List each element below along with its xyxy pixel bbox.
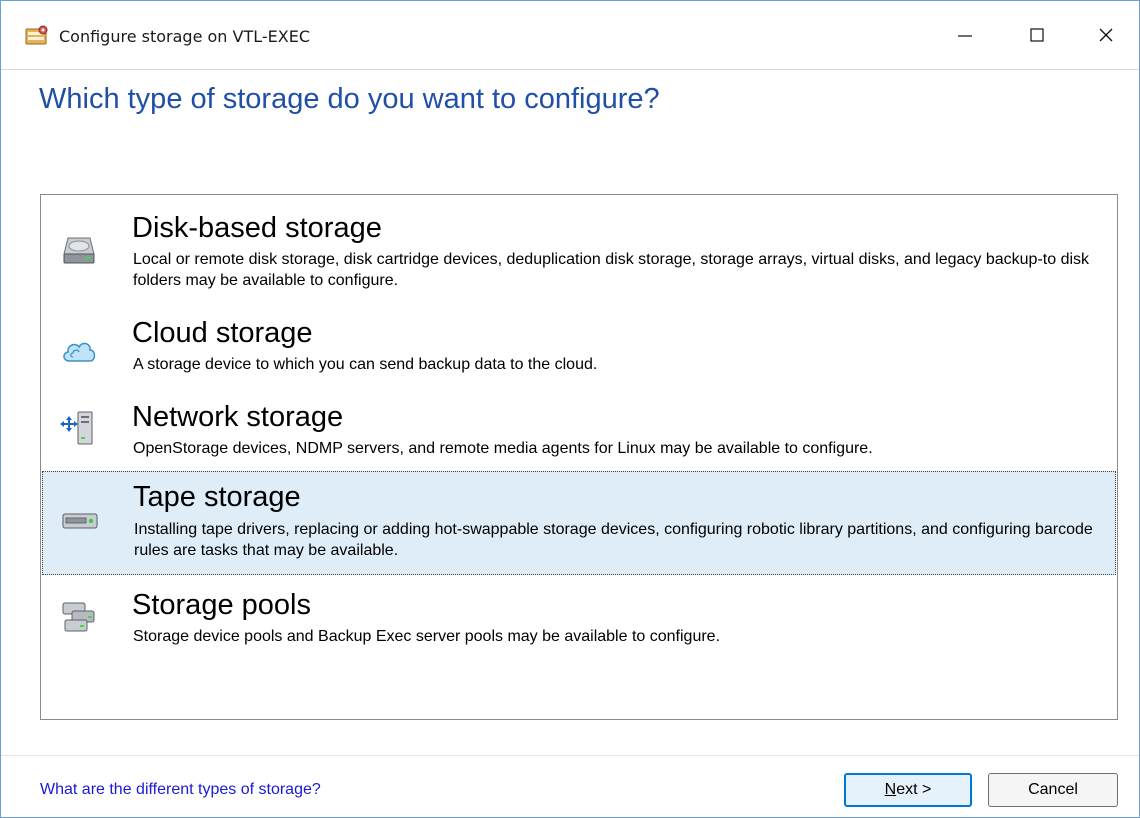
maximize-button[interactable] (1002, 1, 1072, 69)
option-description: Local or remote disk storage, disk cartr… (133, 251, 1090, 289)
option-cloud-storage[interactable]: Cloud storage A storage device to which … (41, 313, 1115, 385)
option-description: A storage device to which you can send b… (133, 356, 598, 373)
minimize-icon (958, 35, 972, 37)
next-label: ext > (896, 781, 932, 798)
disk-drive-icon (63, 237, 95, 264)
footer-divider (1, 755, 1139, 756)
option-network-storage[interactable]: Network storage OpenStorage devices, NDM… (41, 397, 1115, 469)
title-bar[interactable]: Configure storage on VTL-EXEC (1, 1, 1139, 70)
configure-storage-window: Configure storage on VTL-EXEC Which type… (0, 0, 1140, 818)
next-button[interactable]: Next > (844, 773, 972, 807)
page-heading: Which type of storage do you want to con… (39, 83, 660, 115)
maximize-icon (1030, 28, 1044, 42)
option-disk-based-storage[interactable]: Disk-based storage Local or remote disk … (41, 207, 1115, 303)
close-icon (1099, 28, 1113, 42)
option-title: Tape storage (133, 481, 301, 513)
tape-drive-icon (62, 513, 98, 529)
storage-type-list[interactable]: Disk-based storage Local or remote disk … (40, 194, 1118, 720)
network-server-icon (60, 411, 93, 445)
window-title: Configure storage on VTL-EXEC (59, 27, 310, 46)
help-link[interactable]: What are the different types of storage? (40, 781, 321, 799)
cancel-button[interactable]: Cancel (988, 773, 1118, 807)
next-mnemonic: N (884, 781, 897, 798)
option-tape-storage[interactable]: Tape storage Installing tape drivers, re… (42, 471, 1116, 575)
option-title: Cloud storage (132, 317, 313, 349)
option-description: Storage device pools and Backup Exec ser… (133, 628, 721, 645)
storage-pool-icon (62, 602, 95, 632)
cloud-icon (63, 342, 96, 362)
minimize-button[interactable] (930, 1, 1000, 69)
close-button[interactable] (1071, 1, 1140, 69)
option-title: Network storage (132, 401, 344, 433)
option-storage-pools[interactable]: Storage pools Storage device pools and B… (41, 585, 1115, 657)
option-description: Installing tape drivers, replacing or ad… (134, 521, 1093, 559)
option-title: Storage pools (132, 589, 311, 621)
option-title: Disk-based storage (132, 212, 382, 244)
app-icon (25, 25, 48, 45)
option-description: OpenStorage devices, NDMP servers, and r… (133, 440, 873, 457)
